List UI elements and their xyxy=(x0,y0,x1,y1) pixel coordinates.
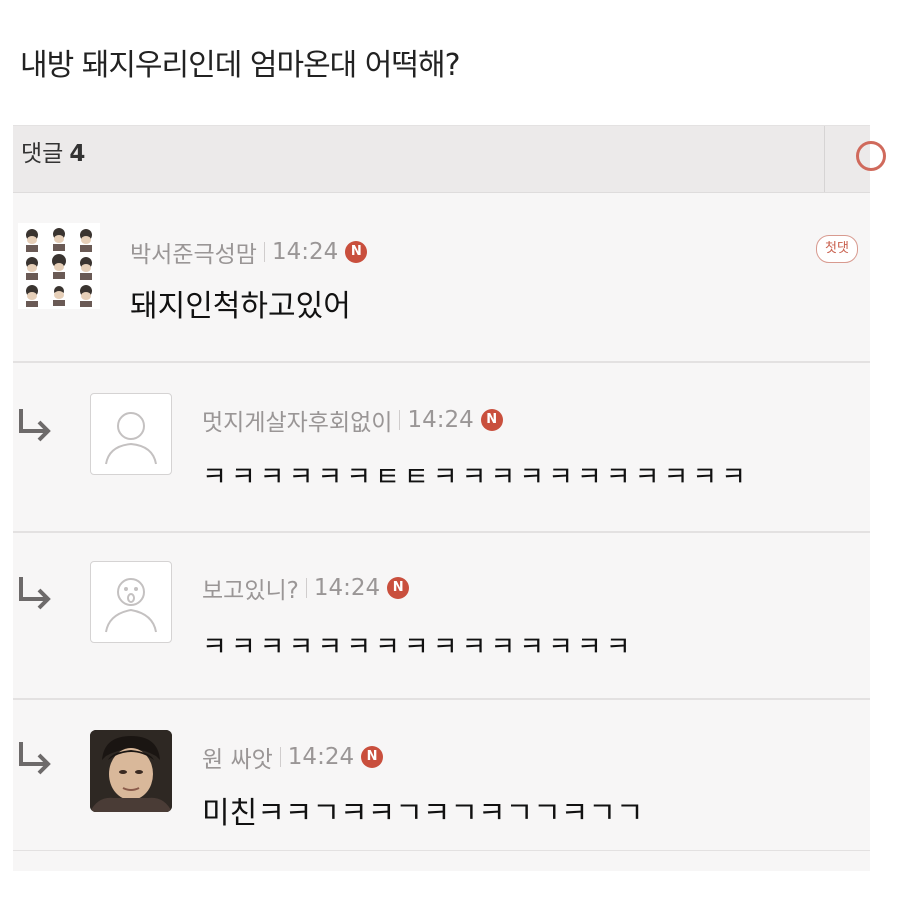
comment-meta: 박서준극성맘 14:24 N xyxy=(130,235,368,269)
comment-text: 미친ㅋㅋㄱㅋㅋㄱㅋㄱㅋㄱㄱㅋㄱㄱ xyxy=(202,796,644,831)
meta-separator xyxy=(399,410,401,430)
comment-text: ㅋㅋㅋㅋㅋㅋㅌㅌㅋㅋㅋㅋㅋㅋㅋㅋㅋㅋㅋ xyxy=(202,462,750,493)
comment-meta: 멋지게살자후회없이 14:24 N xyxy=(202,403,503,437)
new-badge: N xyxy=(345,241,368,263)
comment-meta: 원 싸앗 14:24 N xyxy=(202,740,384,774)
comment-meta: 보고있니? 14:24 N xyxy=(202,571,410,605)
meta-separator xyxy=(279,747,281,767)
post-title: 내방 돼지우리인데 엄마온대 어떡해? xyxy=(20,48,461,83)
comment-author[interactable]: 멋지게살자후회없이 xyxy=(202,403,392,437)
first-comment-badge: 첫댓 xyxy=(816,235,858,263)
comments-panel: 댓글 4 박서준극성맘 14:24 N 돼지인척하고있어 첫댓 멋지게살자후회없… xyxy=(13,125,886,871)
comments-header-label: 댓글 4 xyxy=(21,134,85,168)
new-badge: N xyxy=(387,577,410,599)
photo-avatar[interactable] xyxy=(90,730,172,812)
comment-time: 14:24 xyxy=(287,744,355,770)
new-badge: N xyxy=(480,409,503,431)
reply-item: 멋지게살자후회없이 14:24 N ㅋㅋㅋㅋㅋㅋㅌㅌㅋㅋㅋㅋㅋㅋㅋㅋㅋㅋㅋ xyxy=(13,363,870,533)
comment-time: 14:24 xyxy=(407,407,474,433)
meta-separator xyxy=(305,578,307,598)
comment-author[interactable]: 박서준극성맘 xyxy=(130,235,257,269)
reply-arrow-icon xyxy=(19,409,51,442)
comment-count: 4 xyxy=(69,141,86,167)
comment-time: 14:24 xyxy=(271,239,339,265)
comment-author[interactable]: 보고있니? xyxy=(202,571,299,605)
new-badge: N xyxy=(361,746,384,768)
meta-separator xyxy=(263,242,265,262)
comment-time: 14:24 xyxy=(313,575,381,601)
reply-arrow-icon xyxy=(19,742,51,775)
comment-text: 돼지인척하고있어 xyxy=(130,289,351,324)
comment-item: 박서준극성맘 14:24 N 돼지인척하고있어 첫댓 xyxy=(13,193,870,363)
reply-item: 보고있니? 14:24 N ㅋㅋㅋㅋㅋㅋㅋㅋㅋㅋㅋㅋㅋㅋㅋ xyxy=(13,533,870,700)
default-user-avatar[interactable] xyxy=(90,393,172,475)
comments-header: 댓글 4 xyxy=(13,126,886,193)
character-grid-avatar[interactable] xyxy=(18,223,100,309)
comment-author[interactable]: 원 싸앗 xyxy=(202,740,273,774)
header-divider xyxy=(824,126,825,192)
reply-item: 원 싸앗 14:24 N 미친ㅋㅋㄱㅋㅋㄱㅋㄱㅋㄱㄱㅋㄱㄱ xyxy=(13,700,870,852)
next-comment-edge xyxy=(13,851,870,871)
comment-text: ㅋㅋㅋㅋㅋㅋㅋㅋㅋㅋㅋㅋㅋㅋㅋ xyxy=(202,632,635,663)
reply-arrow-icon xyxy=(19,577,51,610)
comments-label: 댓글 xyxy=(21,141,64,167)
default-user-avatar-shocked[interactable] xyxy=(90,561,172,643)
refresh-icon[interactable] xyxy=(856,141,886,171)
